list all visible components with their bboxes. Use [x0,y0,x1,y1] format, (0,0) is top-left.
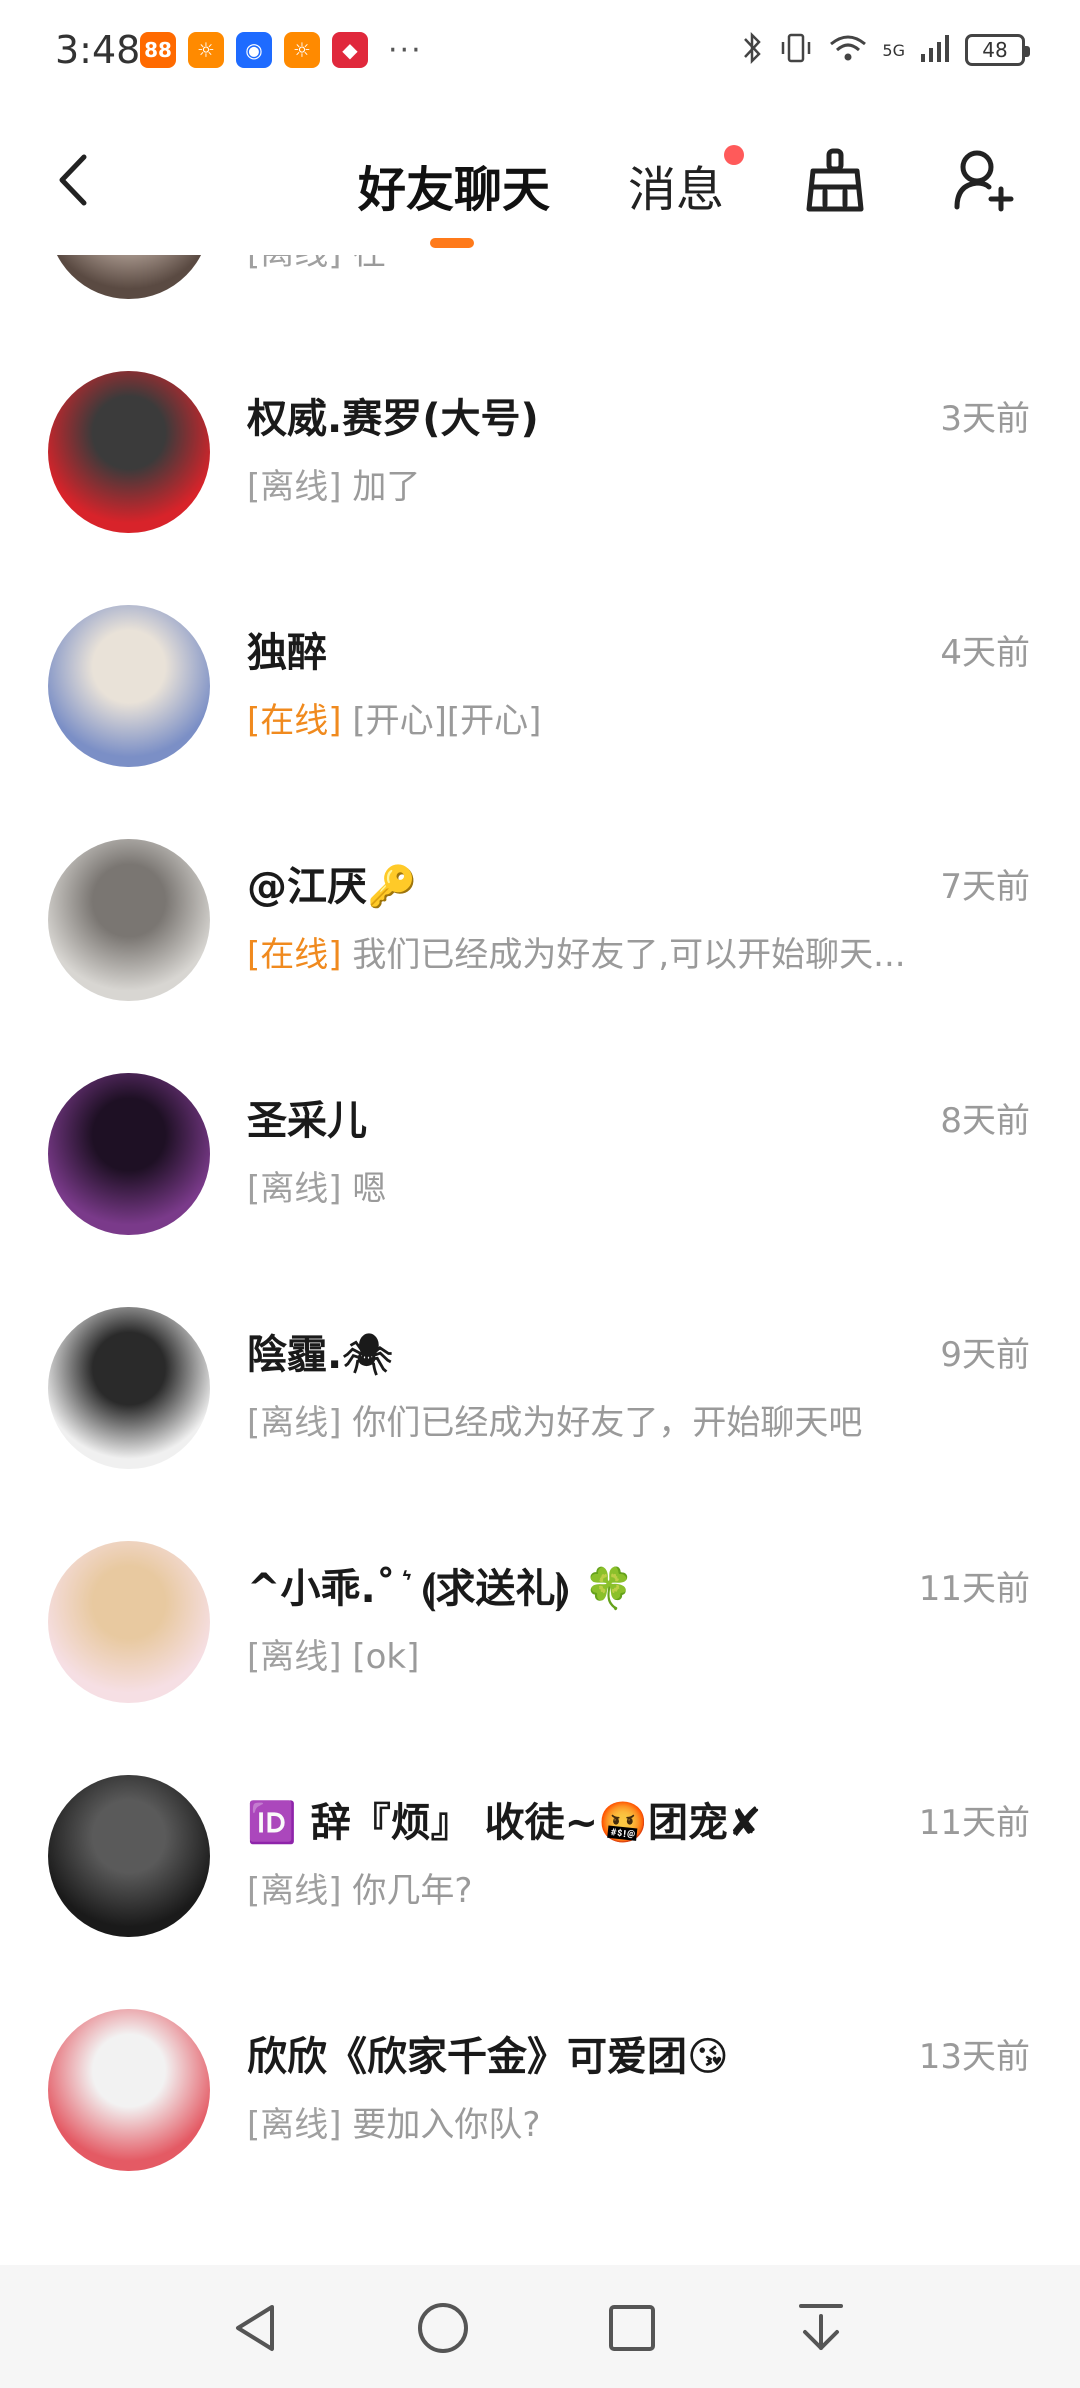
contact-name: 🆔 辞『烦』 收徒~🤬团宠✘ [247,1800,762,1846]
avatar[interactable] [48,255,210,299]
chevron-left-icon [59,154,87,206]
message-preview: [在线] 我们已经成为好友了,可以开始聊天... [247,927,906,976]
contact-name: @江厌🔑 [247,864,417,910]
last-message-time: 11天前 [918,1569,1030,1609]
online-status: [离线] [247,1871,342,1911]
last-message-time: 9天前 [940,1335,1030,1375]
last-message-time: 7天前 [940,867,1030,907]
online-status: [离线] [247,255,342,273]
square-recents-icon [609,2305,655,2351]
online-status: [离线] [247,1403,342,1443]
app-icon-5: ◆ [332,32,368,68]
status-time: 3:48 [55,28,141,72]
last-message-text: 你们已经成为好友了，开始聊天吧 [352,1403,863,1443]
online-status: [离线] [247,1637,342,1677]
message-preview: [离线] 你几年? [247,1863,472,1912]
last-message-time: 4天前 [940,633,1030,673]
avatar[interactable] [48,2009,210,2171]
status-app-icons: 88 ☼ ◉ ☼ ◆ ··· [140,32,423,68]
unread-dot [724,145,744,165]
avatar[interactable] [48,839,210,1001]
battery-icon: 48 [965,34,1030,66]
add-user-icon [954,150,1014,212]
message-preview: [离线] 你们已经成为好友了，开始聊天吧 [247,1395,862,1444]
wifi-icon [828,32,868,68]
message-preview: [离线] 在 [247,255,386,274]
avatar[interactable] [48,605,210,767]
online-status: [在线] [247,701,342,741]
active-tab-indicator [430,238,474,248]
avatar[interactable] [48,371,210,533]
contact-name: 欣欣《欣家千金》可爱团😘 [247,2034,729,2080]
last-message-text: 要加入你队? [352,2105,541,2145]
conversation-row[interactable]: 独醉 4天前 [在线] [开心][开心] [0,568,1080,802]
nav-home-button[interactable] [408,2293,478,2363]
avatar[interactable] [48,1073,210,1235]
avatar[interactable] [48,1541,210,1703]
last-message-text: 我们已经成为好友了,可以开始聊天... [352,935,906,975]
last-message-time: 3天前 [940,399,1030,439]
conversation-list[interactable]: [离线] 在权威.赛罗(大号)3天前[离线] 加了独醉4天前[在线] [开心][… [0,255,1080,2265]
last-message-text: 在 [352,255,386,273]
battery-level: 48 [982,38,1008,62]
top-nav-header: 好友聊天 消息 [0,105,1080,255]
online-status: [在线] [247,935,342,975]
signal-icon [919,32,951,68]
tab-messages[interactable]: 消息 [628,150,724,220]
app-icon-4: ☼ [284,32,320,68]
last-message-text: [ok] [352,1637,420,1677]
app-icon-1: 88 [140,32,176,68]
vibrate-icon [778,30,814,70]
message-preview: [离线] 嗯 [247,1161,386,1210]
network-type-label: 5G [882,40,905,60]
contact-name: 圣采儿 [247,1098,367,1144]
message-preview: [离线] 要加入你队? [247,2097,540,2146]
app-icon-2: ☼ [188,32,224,68]
status-right-cluster: 5G 48 [742,30,1030,70]
conversation-row[interactable]: ^小乖.˚ ͛ ⟬求送礼⟭ 🍀 11天前 [离线] [ok] [0,1504,1080,1738]
conversation-row[interactable]: 🆔 辞『烦』 收徒~🤬团宠✘ 11天前 [离线] 你几年? [0,1738,1080,1972]
message-preview: [在线] [开心][开心] [247,693,541,742]
nav-recents-button[interactable] [597,2293,667,2363]
conversation-row[interactable]: [离线] 在 [0,255,1080,334]
last-message-time: 13天前 [918,2037,1030,2077]
message-preview: [离线] [ok] [247,1629,419,1678]
conversation-row[interactable]: 陰霾.🕷 9天前 [离线] 你们已经成为好友了，开始聊天吧 [0,1270,1080,1504]
last-message-text: 你几年? [352,1871,473,1911]
conversation-row[interactable]: 欣欣《欣家千金》可爱团😘 13天前 [离线] 要加入你队? [0,1972,1080,2206]
message-preview: [离线] 加了 [247,459,420,508]
online-status: [离线] [247,2105,342,2145]
bluetooth-icon [742,30,764,70]
app-icon-3: ◉ [236,32,272,68]
contact-name: 陰霾.🕷 [247,1332,393,1378]
avatar[interactable] [48,1307,210,1469]
more-notifications-icon: ··· [388,32,423,68]
contact-name: ^小乖.˚ ͛ ⟬求送礼⟭ 🍀 [247,1566,635,1612]
pull-down-icon [799,2304,843,2350]
system-nav-bar [0,2265,1080,2388]
avatar[interactable] [48,1775,210,1937]
contact-name: 权威.赛罗(大号) [247,396,539,442]
nav-back-button[interactable] [220,2293,290,2363]
broom-icon [806,148,864,212]
last-message-text: 嗯 [352,1169,387,1209]
last-message-text: [开心][开心] [352,701,542,741]
conversation-row[interactable]: @江厌🔑 7天前 [在线] 我们已经成为好友了,可以开始聊天... [0,802,1080,1036]
triangle-back-icon [236,2305,274,2351]
contact-name: 独醉 [247,630,327,676]
online-status: [离线] [247,1169,342,1209]
clean-broom-button[interactable] [800,145,870,215]
conversation-row[interactable]: 圣采儿 8天前 [离线] 嗯 [0,1036,1080,1270]
status-bar: 3:48 88 ☼ ◉ ☼ ◆ ··· 5G 48 [0,0,1080,105]
last-message-text: 加了 [352,467,421,507]
back-button[interactable] [48,150,98,210]
conversation-row[interactable]: 权威.赛罗(大号) 3天前 [离线] 加了 [0,334,1080,568]
last-message-time: 8天前 [940,1101,1030,1141]
nav-notification-button[interactable] [786,2293,856,2363]
online-status: [离线] [247,467,342,507]
circle-home-icon [418,2303,468,2353]
add-friend-button[interactable] [948,145,1018,215]
tab-friend-chat[interactable]: 好友聊天 [358,150,550,220]
last-message-time: 11天前 [918,1803,1030,1843]
